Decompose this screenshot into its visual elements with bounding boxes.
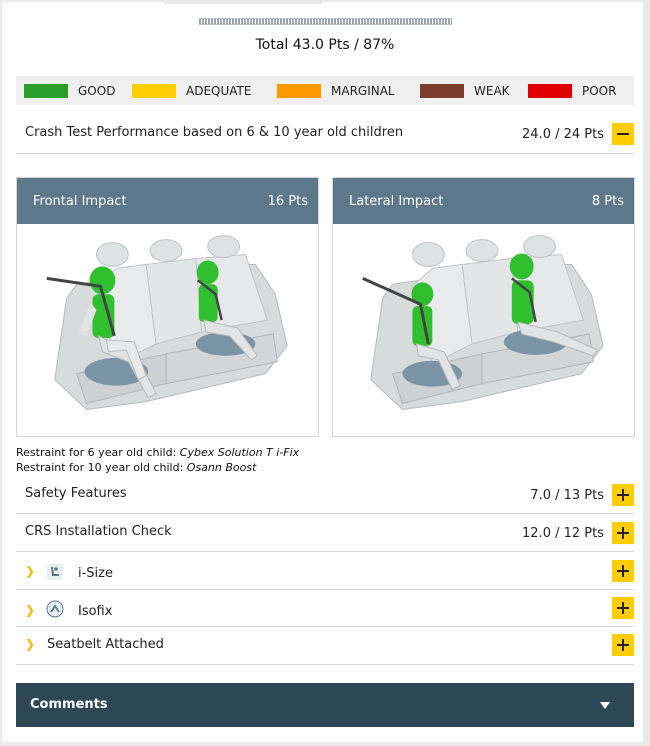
restraint-10yo: Restraint for 10 year old child: Osann B… (16, 461, 256, 474)
safety-features-title: Safety Features (25, 486, 127, 501)
expand-crs-button[interactable] (612, 522, 634, 544)
legend-label: POOR (582, 84, 617, 98)
lateral-impact-image (362, 235, 604, 410)
crash-test-title: Crash Test Performance based on 6 & 10 y… (25, 125, 404, 140)
isize-row[interactable]: ❯ i-Size (16, 552, 634, 590)
seatbelt-title: Seatbelt Attached (47, 637, 164, 652)
rating-bar (199, 18, 452, 25)
lateral-impact-title: Lateral Impact (349, 194, 444, 209)
color-legend: GOOD ADEQUATE MARGINAL WEAK POOR (16, 76, 634, 105)
restraint-6yo-value: Cybex Solution T i-Fix (179, 446, 300, 459)
safety-features-points: 7.0 / 13 Pts (530, 488, 604, 503)
isofix-row[interactable]: ❯ Isofix (16, 590, 634, 627)
restraint-6yo-label: Restraint for 6 year old child: (16, 446, 180, 459)
isize-title: i-Size (78, 566, 113, 581)
legend-label: ADEQUATE (186, 84, 252, 98)
expand-safety-button[interactable] (612, 484, 634, 506)
restraint-6yo: Restraint for 6 year old child: Cybex So… (16, 446, 299, 459)
chevron-right-icon: ❯ (25, 637, 36, 651)
adequate-swatch (132, 84, 176, 98)
lateral-impact-header: Lateral Impact 8 Pts (333, 178, 634, 224)
crs-installation-title: CRS Installation Check (25, 524, 172, 539)
expand-seatbelt-button[interactable] (612, 634, 634, 656)
expand-isize-button[interactable] (612, 560, 634, 582)
chevron-right-icon: ❯ (25, 603, 36, 617)
child-seat-icon (47, 564, 63, 580)
legend-label: GOOD (78, 84, 116, 98)
crash-test-row[interactable]: Crash Test Performance based on 6 & 10 y… (16, 115, 634, 154)
crash-test-points: 24.0 / 24 Pts (522, 127, 604, 142)
marginal-swatch (277, 84, 321, 98)
crs-installation-row[interactable]: CRS Installation Check 12.0 / 12 Pts (16, 514, 634, 552)
lateral-impact-points: 8 Pts (591, 194, 624, 209)
legend-label: WEAK (474, 84, 510, 98)
crs-installation-points: 12.0 / 12 Pts (522, 526, 604, 541)
poor-swatch (528, 84, 572, 98)
safety-features-row[interactable]: Safety Features 7.0 / 13 Pts (16, 477, 634, 514)
isofix-icon (46, 600, 64, 618)
lateral-impact-card: Lateral Impact 8 Pts (332, 177, 635, 437)
top-tab-notch (164, 0, 322, 4)
frontal-impact-points: 16 Pts (267, 194, 308, 209)
frontal-impact-card: Frontal Impact 16 Pts (16, 177, 319, 437)
expand-isofix-button[interactable] (612, 597, 634, 619)
isofix-title: Isofix (78, 604, 113, 619)
chevron-down-icon[interactable] (600, 702, 610, 709)
good-swatch (24, 84, 68, 98)
weak-swatch (420, 84, 464, 98)
comments-accordion[interactable]: Comments (16, 683, 634, 727)
collapse-button[interactable] (612, 123, 634, 145)
frontal-impact-title: Frontal Impact (33, 194, 127, 209)
frontal-impact-image (46, 235, 288, 410)
seatbelt-row[interactable]: ❯ Seatbelt Attached (16, 627, 634, 665)
total-score: Total 43.0 Pts / 87% (255, 37, 395, 53)
legend-label: MARGINAL (331, 84, 395, 98)
restraint-10yo-value: Osann Boost (186, 461, 257, 474)
comments-title: Comments (30, 697, 108, 712)
chevron-right-icon: ❯ (25, 564, 36, 578)
frontal-impact-header: Frontal Impact 16 Pts (17, 178, 318, 224)
restraint-10yo-label: Restraint for 10 year old child: (16, 461, 187, 474)
